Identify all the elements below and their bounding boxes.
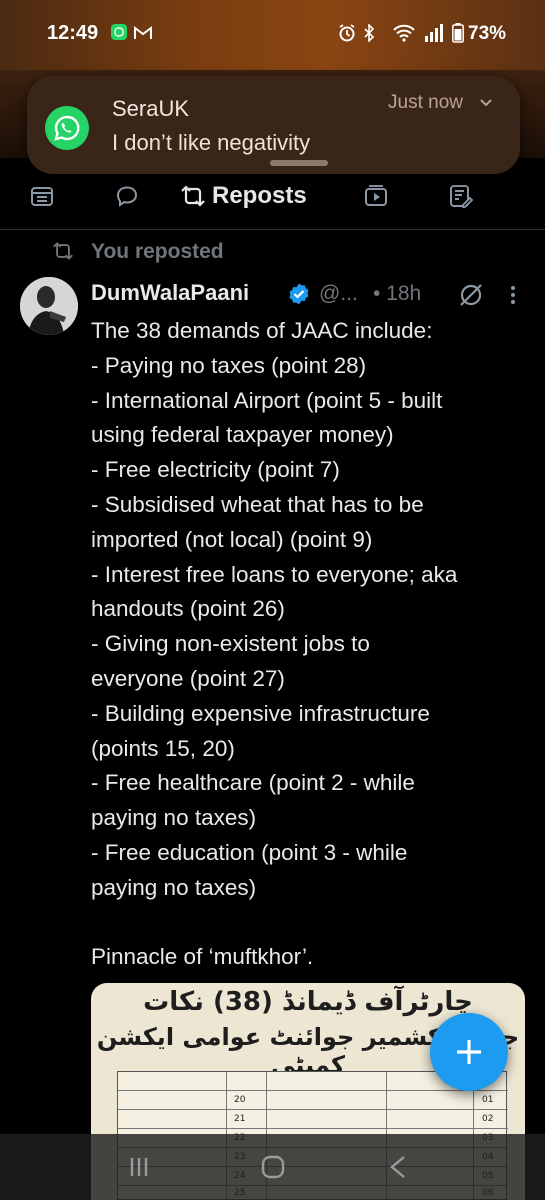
repost-icon	[53, 242, 73, 260]
repost-icon	[181, 185, 205, 207]
post-text-line: - Free healthcare (point 2 - while	[91, 770, 415, 796]
post-text-line: paying no taxes)	[91, 874, 257, 900]
repost-context-label: You reposted	[91, 240, 224, 263]
post-text-line: handouts (point 26)	[91, 596, 285, 622]
row-number: 21	[234, 1114, 246, 1124]
alarm-icon	[337, 24, 357, 42]
post-text-line: The 38 demands of JAAC include:	[91, 318, 433, 343]
tab-reposts-label: Reposts	[212, 182, 307, 209]
notification-handle[interactable]	[270, 160, 328, 166]
more-options-icon[interactable]	[505, 283, 521, 307]
list-icon	[31, 187, 53, 206]
post-text-line: - Giving non-existent jobs to	[91, 631, 370, 657]
row-number: 20	[234, 1095, 246, 1105]
post-text-line: using federal taxpayer money)	[91, 422, 394, 448]
battery-percent: 73%	[468, 23, 507, 44]
post-text-line: - Subsidised wheat that has to be	[91, 491, 424, 517]
gmail-icon	[134, 24, 152, 42]
author-name[interactable]: DumWalaPaani	[91, 280, 249, 306]
whatsapp-notification[interactable]: SeraUK I don’t like negativity Just now	[27, 76, 520, 174]
recents-icon[interactable]	[124, 1154, 154, 1180]
post-text: The 38 demands of JAAC include: - Paying…	[91, 314, 531, 975]
tab-videos[interactable]	[361, 176, 391, 216]
home-icon[interactable]	[258, 1154, 288, 1180]
table-row: 21 02	[118, 1110, 508, 1129]
post-text-line: Pinnacle of ‘muftkhor’.	[91, 944, 314, 970]
grok-icon[interactable]	[457, 281, 485, 309]
author-handle[interactable]: @...	[319, 282, 358, 306]
system-navigation-bar	[0, 1134, 545, 1200]
avatar[interactable]	[20, 277, 78, 335]
post-text-line: - International Airport (point 5 - built	[91, 387, 443, 413]
row-number: 01	[482, 1095, 494, 1105]
wifi-icon	[392, 24, 416, 42]
repost-context-icon-wrap	[52, 240, 74, 262]
tab-articles[interactable]	[446, 176, 476, 216]
post-text-line: - Building expensive infrastructure	[91, 700, 430, 726]
compose-post-button[interactable]	[430, 1013, 508, 1091]
post-text-line: - Interest free loans to everyone; aka	[91, 561, 458, 587]
back-icon[interactable]	[384, 1154, 414, 1180]
notification-title: SeraUK	[112, 96, 190, 121]
signal-icon	[424, 24, 444, 42]
reply-icon	[116, 186, 138, 207]
tab-reposts[interactable]: Reposts	[180, 176, 330, 216]
post-text-line	[91, 906, 531, 941]
whatsapp-icon	[111, 24, 127, 40]
chevron-down-icon[interactable]	[479, 98, 493, 108]
post-text-line: (points 15, 20)	[91, 735, 235, 761]
battery-icon	[452, 23, 464, 43]
verified-badge-icon	[289, 283, 309, 305]
tab-lists[interactable]	[27, 176, 57, 216]
post-time: • 18h	[373, 282, 422, 305]
status-time: 12:49	[47, 22, 99, 44]
post-text-line: paying no taxes)	[91, 805, 257, 831]
table-row: 20 01	[118, 1091, 508, 1110]
post-text-line: everyone (point 27)	[91, 665, 285, 691]
video-icon	[365, 185, 387, 206]
post-text-line: - Free electricity (point 7)	[91, 457, 340, 483]
notification-time: Just now	[388, 92, 463, 113]
post-text-line: - Paying no taxes (point 28)	[91, 352, 367, 378]
bluetooth-icon	[362, 24, 376, 42]
tab-replies[interactable]	[112, 176, 142, 216]
image-title: چارٹرآف ڈیمانڈ (38) نکات	[143, 987, 473, 1017]
notification-body: I don’t like negativity	[112, 130, 311, 155]
status-bar: 12:49 73%	[0, 0, 545, 70]
row-number: 02	[482, 1114, 494, 1124]
post-text-line: - Free education (point 3 - while	[91, 839, 408, 865]
compose-icon	[450, 185, 474, 208]
post-text-line: imported (not local) (point 9)	[91, 526, 373, 552]
plus-icon	[457, 1040, 481, 1064]
whatsapp-icon	[45, 106, 89, 150]
